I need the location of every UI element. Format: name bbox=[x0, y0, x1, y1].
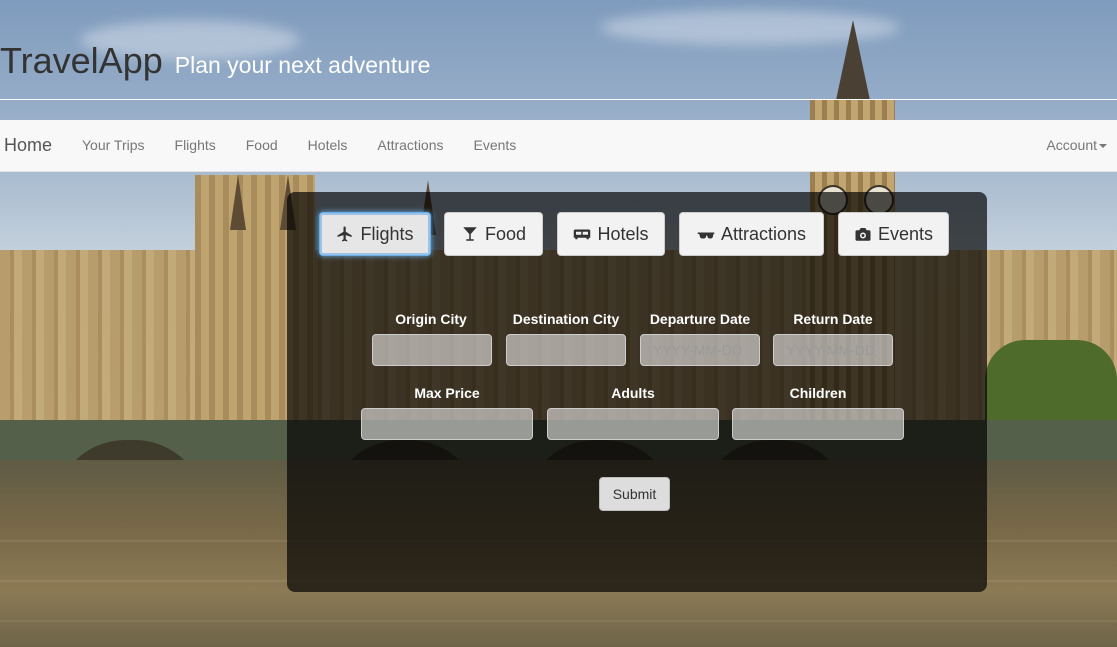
plane-icon bbox=[337, 226, 353, 242]
destination-city-label: Destination City bbox=[512, 311, 620, 327]
children-input[interactable] bbox=[732, 408, 904, 440]
tab-events[interactable]: Events bbox=[838, 212, 949, 256]
ripple bbox=[0, 620, 1117, 622]
nav-hotels[interactable]: Hotels bbox=[293, 120, 363, 171]
max-price-input[interactable] bbox=[361, 408, 533, 440]
navbar: Home Your Trips Flights Food Hotels Attr… bbox=[0, 120, 1117, 172]
camera-icon bbox=[855, 228, 871, 241]
origin-city-input[interactable] bbox=[372, 334, 492, 366]
bed-icon bbox=[574, 229, 591, 240]
max-price-label: Max Price bbox=[414, 385, 480, 401]
search-panel: Flights Food Hotels Attractions Events O… bbox=[287, 192, 987, 592]
tab-food[interactable]: Food bbox=[444, 212, 543, 256]
brand-title[interactable]: TravelApp bbox=[0, 40, 163, 82]
children-label: Children bbox=[789, 385, 847, 401]
nav-flights[interactable]: Flights bbox=[160, 120, 231, 171]
nav-your-trips[interactable]: Your Trips bbox=[67, 120, 160, 171]
return-date-input[interactable] bbox=[773, 334, 893, 366]
header-divider bbox=[0, 99, 1117, 100]
account-label: Account bbox=[1046, 137, 1097, 153]
nav-food[interactable]: Food bbox=[231, 120, 293, 171]
nav-attractions[interactable]: Attractions bbox=[362, 120, 458, 171]
submit-button[interactable]: Submit bbox=[599, 477, 670, 511]
tab-label: Events bbox=[877, 223, 934, 244]
nav-links: Your Trips Flights Food Hotels Attractio… bbox=[67, 120, 531, 171]
tab-label: Attractions bbox=[720, 223, 807, 244]
adults-label: Adults bbox=[611, 385, 655, 401]
tab-flights[interactable]: Flights bbox=[319, 212, 431, 256]
tab-attractions[interactable]: Attractions bbox=[679, 212, 824, 256]
tab-label: Hotels bbox=[597, 223, 649, 244]
tab-hotels[interactable]: Hotels bbox=[557, 212, 665, 256]
departure-date-label: Departure Date bbox=[649, 311, 751, 327]
return-date-label: Return Date bbox=[793, 311, 873, 327]
cocktail-icon bbox=[463, 227, 477, 241]
tagline: Plan your next adventure bbox=[174, 52, 431, 78]
caret-down-icon bbox=[1099, 144, 1107, 149]
nav-home[interactable]: Home bbox=[4, 120, 52, 171]
big-ben-roof bbox=[835, 20, 871, 105]
account-dropdown[interactable]: Account bbox=[1046, 120, 1107, 171]
sunglasses-icon bbox=[697, 232, 715, 239]
adults-input[interactable] bbox=[547, 408, 719, 440]
tab-label: Flights bbox=[360, 223, 414, 244]
origin-city-label: Origin City bbox=[395, 311, 467, 327]
nav-events[interactable]: Events bbox=[459, 120, 532, 171]
destination-city-input[interactable] bbox=[506, 334, 626, 366]
spire bbox=[230, 175, 246, 230]
departure-date-input[interactable] bbox=[640, 334, 760, 366]
page-header: TravelApp Plan your next adventure bbox=[0, 40, 430, 90]
tab-label: Food bbox=[484, 223, 527, 244]
